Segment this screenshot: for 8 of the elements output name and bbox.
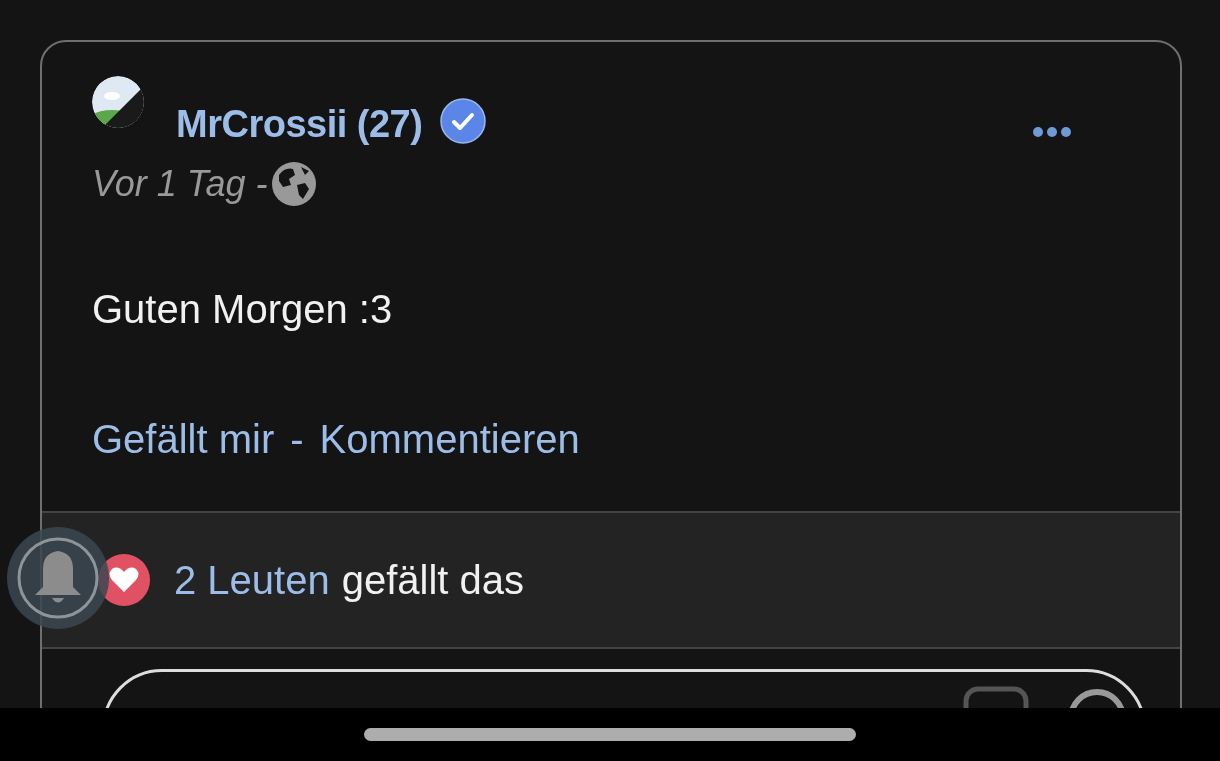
separator-text: -	[290, 416, 304, 463]
action-link[interactable]: Kommentieren	[319, 409, 580, 469]
action-link[interactable]: Gefällt mir	[92, 409, 275, 469]
post-text: Guten Morgen :3	[92, 286, 394, 333]
likes-text: gefällt das	[341, 557, 525, 604]
likes-count-link[interactable]: 2 Leuten	[174, 550, 330, 610]
post-time: Vor 1 Tag -	[92, 162, 268, 206]
author-name[interactable]: MrCrossii (27)	[176, 96, 423, 153]
